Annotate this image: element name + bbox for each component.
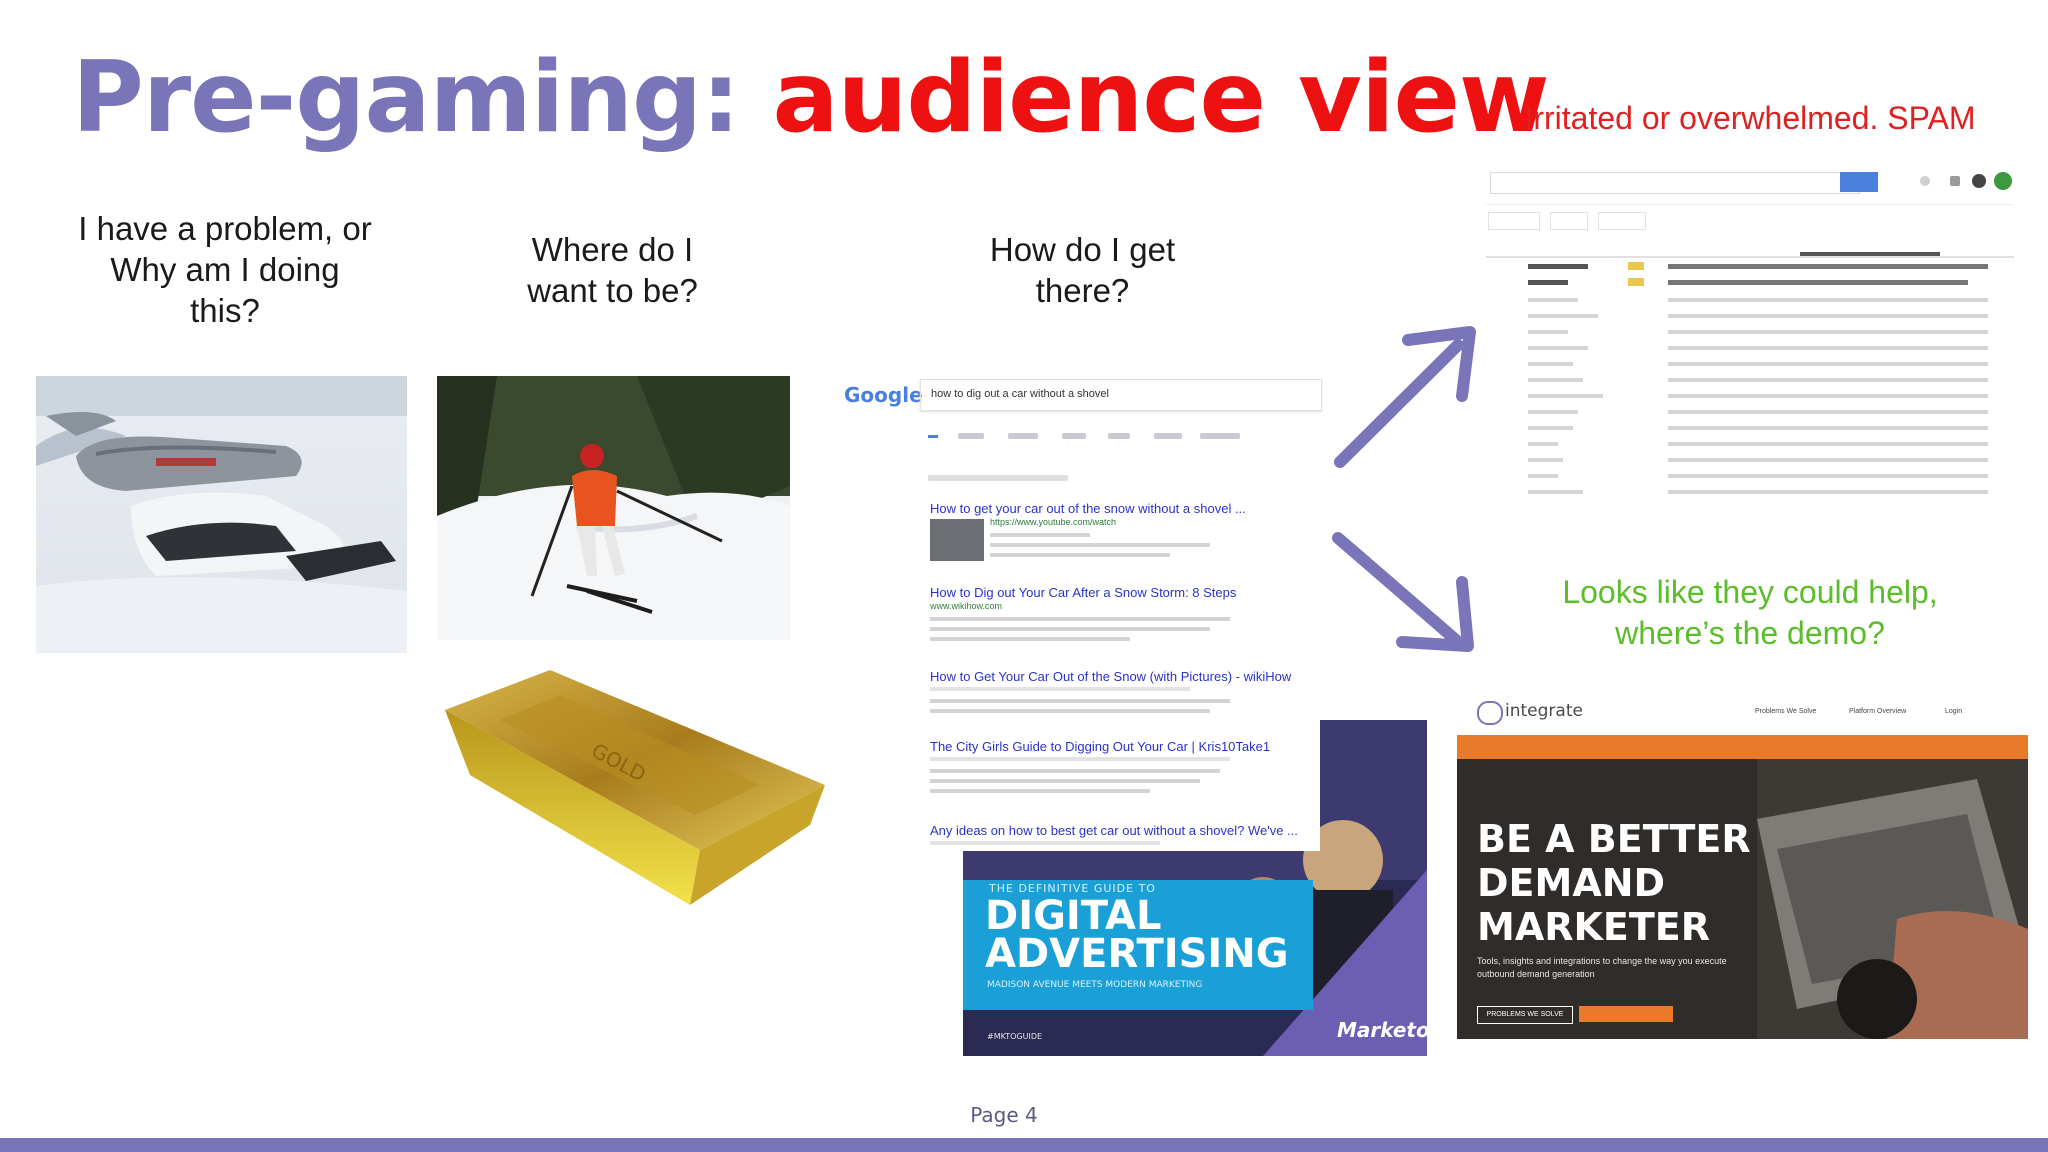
marketo-brand-logo: Marketo [1337,1018,1427,1042]
gold-bar-image: GOLD [440,665,832,915]
marketo-headline-1: DIGITAL [985,893,1162,939]
orange-cta-button[interactable] [1579,1006,1673,1022]
question-problem-line-1: I have a problem, or [78,210,372,247]
promo-banner[interactable] [1457,735,2028,759]
integrate-logo: integrate [1505,701,1583,721]
search-result-3[interactable]: How to Get Your Car Out of the Snow (wit… [930,669,1291,684]
integrate-headline-line-2: DEMAND [1477,861,1666,905]
integrate-headline-line-1: BE A BETTER [1477,817,1751,861]
skier-image [437,376,790,640]
marketo-subtitle: MADISON AVENUE MEETS MODERN MARKETING [987,980,1203,990]
search-result-4[interactable]: The City Girls Guide to Digging Out Your… [930,739,1270,754]
slide-title: Pre-gaming: audience view [72,38,1550,158]
help-outcome-line-2: where’s the demo? [1615,615,1885,651]
car-in-snow-image [36,376,407,653]
question-path-line-1: How do I get [989,231,1176,268]
google-logo: Google [844,383,923,407]
integrate-headline: BE A BETTER DEMAND MARKETER [1477,817,1751,949]
video-thumbnail[interactable] [930,519,984,561]
nav-problems[interactable]: Problems We Solve [1755,708,1816,715]
question-path: How do I get there? [900,229,1265,311]
settings-gear-icon[interactable] [1972,174,1986,188]
arrow-up-right-icon [1334,326,1476,468]
nav-login[interactable]: Login [1945,708,1962,715]
question-path-line-2: there? [1035,272,1130,309]
search-result-5[interactable]: Any ideas on how to best get car out wit… [930,823,1298,838]
google-query: how to dig out a car without a shovel [931,388,1109,400]
help-outcome-label: Looks like they could help, where’s the … [1460,572,2040,654]
email-inbox-screenshot [1480,160,2020,510]
integrate-headline-line-3: MARKETER [1477,905,1711,949]
question-problem-line-3: this? [190,292,260,329]
search-result-1[interactable]: How to get your car out of the snow with… [930,501,1246,516]
page-number: Page 4 [970,1103,1038,1127]
spam-outcome-label: Irritated or overwhelmed. SPAM [1524,100,1976,136]
question-problem: I have a problem, or Why am I doing this… [40,208,410,331]
title-part-1: Pre-gaming: [72,41,740,155]
integrate-tagline: Tools, insights and integrations to chan… [1477,956,1727,979]
question-problem-line-2: Why am I doing [110,251,340,288]
google-search-screenshot: Google how to dig out a car without a sh… [840,373,1322,851]
inbox-search-button[interactable] [1840,172,1878,192]
integrate-website-screenshot: integrate Problems We Solve Platform Ove… [1457,693,2028,1039]
arrows-group [1332,326,1476,652]
search-result-2[interactable]: How to Dig out Your Car After a Snow Sto… [930,585,1236,600]
bottom-bar [0,1138,2048,1152]
question-goal-line-1: Where do I [531,231,694,268]
question-goal: Where do I want to be? [440,229,785,311]
google-search-box[interactable]: how to dig out a car without a shovel [920,379,1322,411]
nav-platform[interactable]: Platform Overview [1849,708,1906,715]
marketo-tag: #MKTOGUIDE [987,1032,1043,1041]
integrate-logo-icon [1477,701,1503,725]
help-outcome-line-1: Looks like they could help, [1562,574,1938,610]
title-part-2: audience view [772,41,1550,155]
arrow-down-right-icon [1332,532,1474,652]
marketo-headline-2: ADVERTISING [985,931,1289,977]
problems-we-solve-button[interactable]: PROBLEMS WE SOLVE [1477,1006,1573,1024]
inbox-search-box[interactable] [1490,172,1860,194]
account-avatar[interactable] [1994,172,2012,190]
question-goal-line-2: want to be? [527,272,698,309]
